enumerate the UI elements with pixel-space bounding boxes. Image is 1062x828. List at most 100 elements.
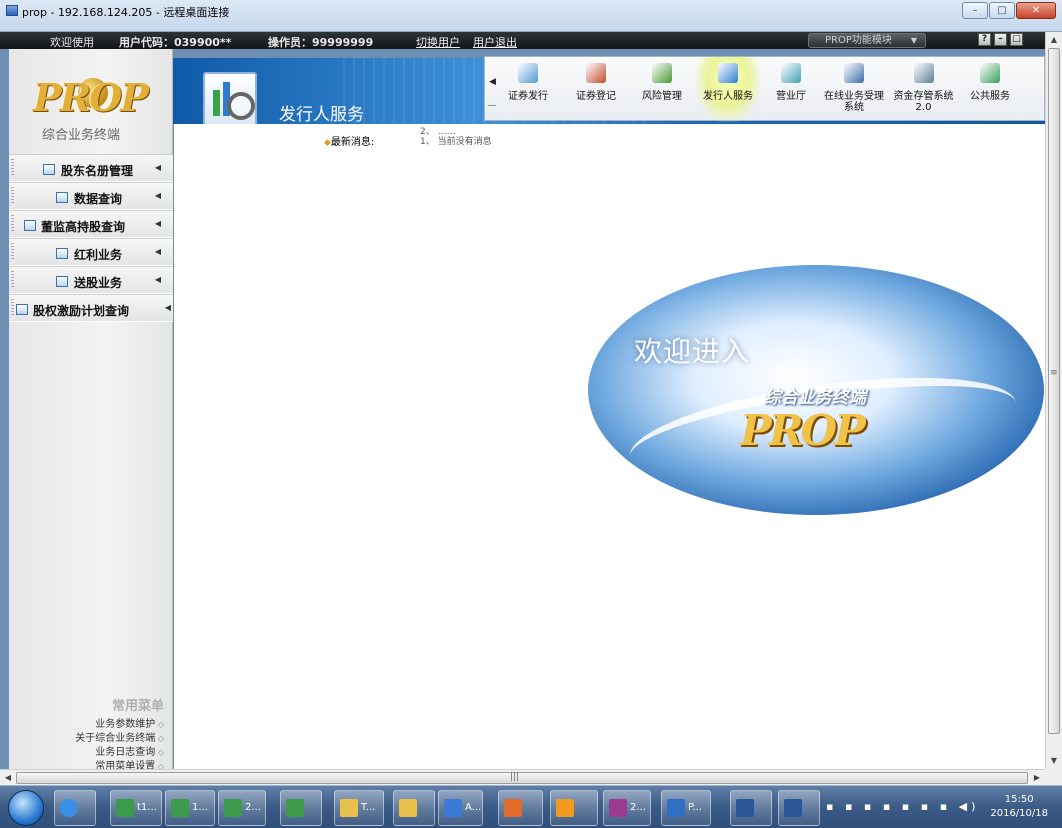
chart-up-icon — [518, 63, 538, 83]
app-icon — [444, 799, 462, 817]
toolbar-item-label: 发行人服务 — [703, 91, 753, 102]
taskbar-item[interactable]: P... — [661, 790, 711, 826]
sidebar-item-label: 数据查询 — [74, 192, 123, 206]
welcome-text: 欢迎使用 — [50, 36, 94, 49]
taskbar-item[interactable]: 2... — [218, 790, 266, 826]
toolbar-item-3[interactable]: 风险管理 — [629, 57, 695, 122]
calendar-icon — [24, 220, 36, 231]
grip-icon — [11, 159, 14, 177]
user-bar: 欢迎使用 用户代码：039900** 操作员：99999999 切换用户 用户退… — [0, 32, 1045, 49]
folder-icon — [399, 799, 417, 817]
sidebar-item-dividend[interactable]: 红利业务 ◀ — [9, 238, 173, 266]
sidebar: PROP 综合业务终端 股东名册管理 ◀ 数据查询 ◀ 董监高持股查询 ◀ 红利… — [9, 49, 173, 772]
taskbar-item[interactable] — [778, 790, 820, 826]
toolbar-item-4[interactable]: 发行人服务 — [695, 57, 761, 122]
minimize-icon[interactable]: – — [994, 33, 1007, 46]
sidebar-item-bonus-shares[interactable]: 送股业务 ◀ — [9, 266, 173, 294]
toolbar-item-label: 资金存管系统2.0 — [893, 91, 954, 113]
calendar-icon — [43, 164, 55, 175]
chevron-left-icon: ◀ — [154, 191, 161, 200]
sidebar-item-shareholder-register[interactable]: 股东名册管理 ◀ — [9, 154, 173, 182]
grip-icon: ≡ — [1050, 368, 1058, 378]
scroll-thumb[interactable] — [1048, 48, 1060, 734]
restore-icon[interactable]: □ — [1010, 33, 1023, 46]
prop-logo: PROP — [33, 75, 149, 120]
main-content: 最新消息: 2、 …… 1、 当前没有消息 欢迎进入 综合业务终端 PROP — [174, 124, 1045, 770]
common-menu-title: 常用菜单 — [111, 699, 164, 714]
window-controls: – □ ✕ — [961, 2, 1056, 19]
toolbar-item-5[interactable]: 营业厅 — [761, 57, 821, 122]
scroll-thumb[interactable] — [16, 772, 1028, 784]
user-code: 用户代码：039900** — [119, 36, 232, 49]
minimize-button[interactable]: – — [962, 2, 988, 19]
globe-icon — [980, 63, 1000, 83]
link-business-log[interactable]: 业务日志查询 — [75, 746, 164, 760]
remote-desktop-icon — [667, 799, 685, 817]
browser-icon — [60, 799, 78, 817]
toolbar-item-label: 风险管理 — [642, 91, 682, 102]
help-icon[interactable]: ? — [978, 33, 991, 46]
start-button[interactable] — [8, 790, 44, 826]
taskbar-item[interactable]: t1... — [110, 790, 162, 826]
clock[interactable]: 15:50 2016/10/18 — [990, 793, 1048, 821]
taskbar-item[interactable] — [393, 790, 435, 826]
taskbar-item-label: t1... — [137, 802, 157, 813]
tray-icons[interactable]: ▪ ▪ ▪ ▪ ▪ ▪ ▪ ◀) — [826, 800, 979, 813]
taskbar-item[interactable]: A... — [438, 790, 483, 826]
toolbar-item-8[interactable]: 公共服务 — [960, 57, 1020, 122]
grip-icon — [11, 187, 14, 205]
logout-link[interactable]: 用户退出 — [473, 34, 517, 50]
close-button[interactable]: ✕ — [1016, 2, 1056, 19]
scroll-left-icon[interactable]: ◀ — [0, 770, 16, 786]
vertical-scrollbar[interactable]: ▲ ≡ ▼ — [1045, 32, 1062, 769]
excel-icon — [286, 799, 304, 817]
taskbar-item[interactable] — [498, 790, 543, 826]
sidebar-item-executive-holdings[interactable]: 董监高持股查询 ◀ — [9, 210, 173, 238]
module-title: 发行人服务 — [279, 105, 364, 125]
news-label: 最新消息: — [324, 133, 374, 148]
toolbar-item-2[interactable]: 证券登记 — [563, 57, 629, 122]
maximize-button[interactable]: □ — [989, 2, 1015, 19]
taskbar-item-label: P... — [688, 802, 703, 813]
scroll-right-icon[interactable]: ▶ — [1029, 770, 1045, 786]
chart-magnifier-icon — [718, 63, 738, 83]
taskbar-item[interactable] — [280, 790, 322, 826]
logo-area: PROP 综合业务终端 — [9, 49, 173, 153]
taskbar-item-label: 2... — [245, 802, 261, 813]
sidebar-item-label: 股权激励计划查询 — [33, 304, 130, 318]
sidebar-item-label: 董监高持股查询 — [41, 220, 126, 234]
grip-icon — [11, 271, 14, 289]
horizontal-scrollbar[interactable]: ◀ ||| ▶ — [0, 769, 1045, 785]
link-about[interactable]: 关于综合业务终端 — [75, 732, 164, 746]
taskbar-item[interactable]: T... — [334, 790, 384, 826]
sidebar-nav: 股东名册管理 ◀ 数据查询 ◀ 董监高持股查询 ◀ 红利业务 ◀ 送股业务 ◀ — [9, 154, 173, 322]
sidebar-item-equity-incentive[interactable]: 股权激励计划查询 ◀ — [9, 294, 173, 322]
taskbar-item[interactable] — [730, 790, 772, 826]
pen-icon — [586, 63, 606, 83]
toolbar-item-1[interactable]: 证券发行 — [495, 57, 561, 122]
operator: 操作员：99999999 — [268, 36, 374, 49]
taskbar-item-label: 1... — [192, 802, 208, 813]
splash-logo: PROP — [740, 406, 866, 455]
taskbar-item[interactable]: 1... — [165, 790, 215, 826]
sidebar-item-data-query[interactable]: 数据查询 ◀ — [9, 182, 173, 210]
chevron-left-icon: ◀ — [164, 303, 171, 312]
sidebar-item-label: 红利业务 — [74, 248, 123, 262]
document-chart-icon — [652, 63, 672, 83]
scroll-down-icon[interactable]: ▼ — [1046, 753, 1062, 769]
remote-desktop-icon — [6, 5, 18, 16]
toolbar-item-7[interactable]: 资金存管系统2.0 — [887, 57, 960, 122]
module-select[interactable]: PROP功能模块 — [808, 33, 926, 48]
taskbar-item[interactable] — [550, 790, 598, 826]
link-business-params[interactable]: 业务参数维护 — [75, 718, 164, 732]
toolbar-item-label: 证券发行 — [508, 91, 548, 102]
toolbar-item-6[interactable]: 在线业务受理系统 — [821, 57, 887, 122]
taskbar-ie[interactable] — [54, 790, 96, 826]
splash-subtitle: 综合业务终端 — [764, 388, 866, 408]
switch-user-link[interactable]: 切换用户 — [416, 34, 460, 50]
scroll-up-icon[interactable]: ▲ — [1046, 32, 1062, 48]
grip-icon — [11, 215, 14, 233]
taskbar-item[interactable]: 2... — [603, 790, 651, 826]
calendar-icon — [56, 192, 68, 203]
taskbar-item-label: T... — [361, 802, 376, 813]
